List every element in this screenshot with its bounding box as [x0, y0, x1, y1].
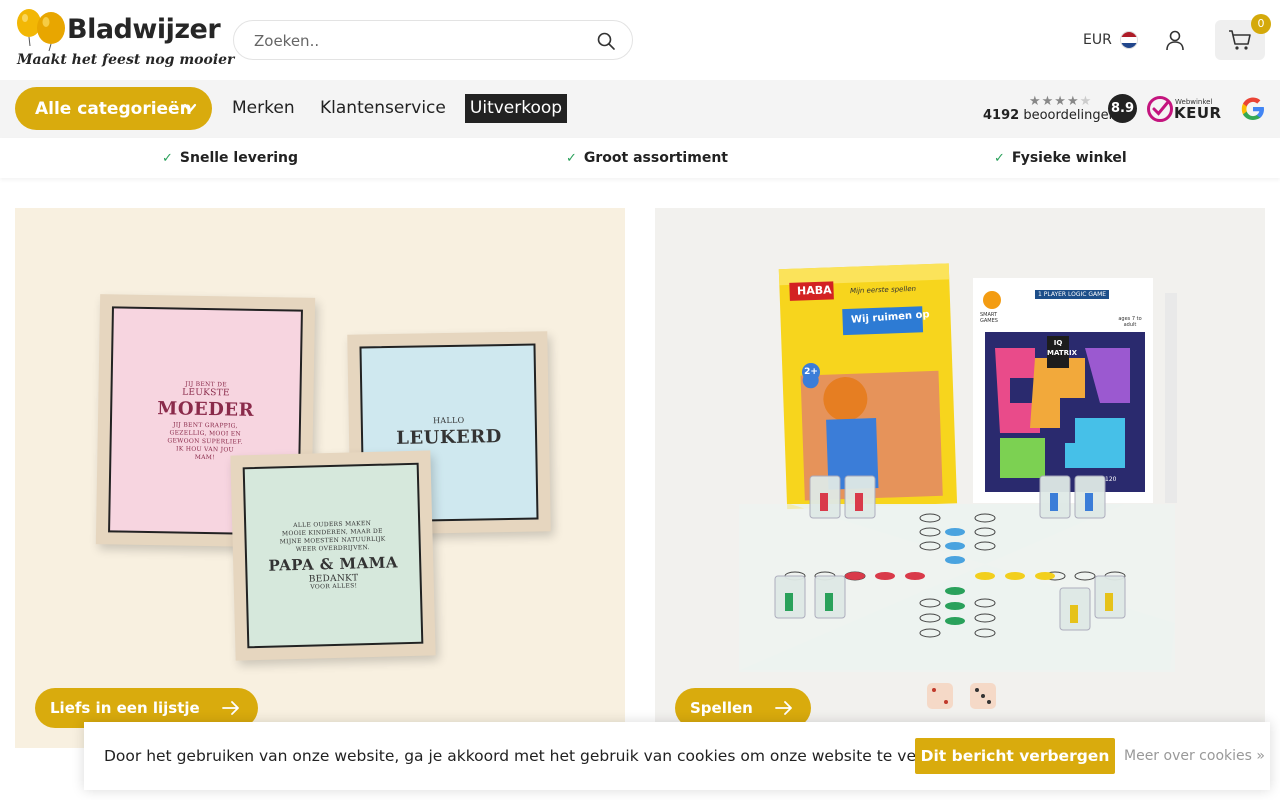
more-about-cookies-link[interactable]: Meer over cookies »: [1124, 748, 1265, 764]
frame-papa-mama-text: ALLE OUDERS MAKEN MOOIE KINDEREN, MAAR D…: [242, 462, 424, 649]
smartgames-subtitle-label: 1 PLAYER LOGIC GAME: [1035, 290, 1110, 299]
frame-title: PAPA & MAMA: [268, 552, 399, 575]
brand-name: Bladwijzer: [67, 14, 221, 45]
currency-label: EUR: [1083, 32, 1112, 48]
chevron-down-icon: [183, 103, 197, 113]
check-icon: ✓: [162, 150, 173, 166]
keur-check-icon: [1147, 96, 1173, 122]
logo[interactable]: Bladwijzer Maakt het feest nog mooier: [15, 6, 234, 74]
cookie-notice: Door het gebruiken van onze website, ga …: [84, 722, 1270, 790]
usp-label: Groot assortiment: [583, 150, 728, 166]
frame-text-line: MAM!: [194, 453, 216, 461]
netherlands-flag-icon: [1119, 31, 1138, 49]
brand-tagline: Maakt het feest nog mooier: [17, 52, 235, 68]
user-account-icon[interactable]: [1164, 29, 1186, 51]
main-navigation: Alle categorieën Merken Klantenservice U…: [0, 80, 1280, 138]
review-count: 4192 beoordelingen: [983, 108, 1117, 123]
webwinkel-keur-logo[interactable]: Webwinkel KEUR: [1146, 95, 1221, 123]
usp-fast-delivery: ✓ Snelle levering: [162, 150, 298, 166]
frame-text-line: LEUKSTE: [182, 387, 230, 398]
frame-text-line: HALLO: [432, 415, 465, 425]
haba-brand-label: HABA: [796, 283, 832, 298]
check-icon: ✓: [566, 150, 577, 166]
hide-cookie-notice-button[interactable]: Dit bericht verbergen: [915, 738, 1115, 774]
search-input[interactable]: [254, 29, 584, 53]
arrow-right-icon: [774, 701, 792, 715]
arrow-right-icon: [221, 701, 239, 715]
usp-large-assortment: ✓ Groot assortiment: [566, 150, 728, 166]
banner-button-label: Liefs in een lijstje: [50, 699, 200, 717]
cart-button[interactable]: 0: [1215, 14, 1271, 60]
cookie-message: Door het gebruiken van onze website, ga …: [104, 747, 988, 765]
frame-title: MOEDER: [157, 397, 255, 421]
google-reviews-icon[interactable]: [1240, 96, 1266, 122]
keur-big-label: KEUR: [1174, 104, 1222, 122]
banner-button-label: Spellen: [690, 699, 753, 717]
cart-icon: [1229, 30, 1251, 50]
cart-count-badge: 0: [1251, 14, 1271, 34]
smartgames-title-label: IQ MATRIX: [1047, 339, 1078, 357]
frame-text-line: WEER OVERDRIJVEN.: [295, 543, 370, 553]
header: Bladwijzer Maakt het feest nog mooier EU…: [0, 0, 1280, 80]
review-score-badge: 8.9: [1108, 94, 1137, 123]
frame-title: LEUKERD: [396, 425, 502, 449]
frame-text-line: VOOR ALLES!: [310, 581, 358, 591]
all-categories-button[interactable]: Alle categorieën: [15, 87, 212, 130]
check-icon: ✓: [994, 150, 1005, 166]
usp-physical-store: ✓ Fysieke winkel: [994, 150, 1127, 166]
nav-link-brands[interactable]: Merken: [232, 98, 295, 118]
currency-selector[interactable]: EUR: [1083, 30, 1138, 50]
search-icon[interactable]: [596, 31, 616, 51]
frame-papa-mama: ALLE OUDERS MAKEN MOOIE KINDEREN, MAAR D…: [230, 450, 436, 661]
balloons-icon: [17, 9, 65, 52]
all-categories-label: Alle categorieën: [35, 98, 192, 119]
games-illustration: [739, 263, 1177, 709]
banner-frames[interactable]: JIJ BENT DE LEUKSTE MOEDER JIJ BENT GRAP…: [15, 208, 625, 748]
usp-bar: ✓ Snelle levering ✓ Groot assortiment ✓ Fys…: [0, 138, 1280, 178]
usp-label: Fysieke winkel: [1011, 150, 1127, 166]
banner-games[interactable]: HABA Mijn eerste spellen Wij ruimen op 2…: [655, 208, 1265, 748]
rating-stars: ★★★★★: [1029, 94, 1093, 109]
smartgames-age-label: ages 7 to adult: [1118, 316, 1142, 328]
haba-age-label: 2+: [802, 363, 820, 381]
nav-link-customer-service[interactable]: Klantenservice: [320, 98, 446, 118]
search-box: [233, 20, 633, 60]
usp-label: Snelle levering: [179, 150, 299, 166]
nav-link-sale[interactable]: Uitverkoop: [465, 94, 567, 123]
reviews-summary[interactable]: ★★★★★ 4192 beoordelingen: [983, 94, 1117, 124]
smartgames-brand-label: SMART GAMES: [980, 312, 998, 324]
smartgames-count-label: 120: [1105, 476, 1117, 483]
